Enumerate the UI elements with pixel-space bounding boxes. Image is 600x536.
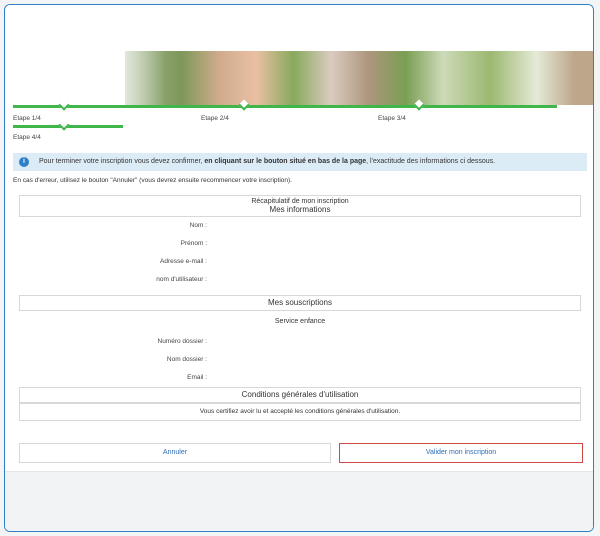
step-label-2: Etape 2/4 bbox=[201, 115, 229, 122]
banner-fade bbox=[105, 51, 165, 105]
subscriptions-header: Mes souscriptions bbox=[19, 295, 581, 311]
field-row-username: nom d'utilisateur : bbox=[19, 271, 581, 289]
field-row-email: Adresse e-mail : bbox=[19, 253, 581, 271]
field-row-dossier-number: Numéro dossier : bbox=[19, 333, 581, 351]
info-text-end: , l'exactitude des informations ci desso… bbox=[366, 158, 496, 165]
step-progress: Etape 1/4 Etape 2/4 Etape 3/4 Etape 4/4 bbox=[5, 99, 593, 143]
validate-registration-button[interactable]: Valider mon inscription bbox=[339, 443, 583, 463]
info-banner: i Pour terminer votre inscription vous d… bbox=[13, 153, 587, 171]
registration-page: Etape 1/4 Etape 2/4 Etape 3/4 Etape 4/4 … bbox=[5, 5, 593, 531]
error-note: En cas d'erreur, utilisez le bouton "Ann… bbox=[13, 177, 292, 184]
step1-check-icon bbox=[58, 99, 70, 111]
summary-header: Récapitulatif de mon inscription Mes inf… bbox=[19, 195, 581, 217]
action-buttons: Annuler Valider mon inscription bbox=[19, 443, 583, 463]
field-row-prenom: Prénom : bbox=[19, 235, 581, 253]
my-info-header: Mes informations bbox=[269, 205, 331, 214]
field-row-dossier-name: Nom dossier : bbox=[19, 351, 581, 369]
info-text: Pour terminer votre inscription vous dev… bbox=[39, 153, 495, 171]
step-label-1: Etape 1/4 bbox=[13, 115, 41, 122]
cgu-header: Conditions générales d'utilisation bbox=[19, 387, 581, 403]
step4-check-icon bbox=[58, 119, 70, 131]
info-text-bold: en cliquant sur le bouton situé en bas d… bbox=[204, 158, 367, 165]
field-label: Email : bbox=[187, 374, 207, 381]
summary-title: Récapitulatif de mon inscription bbox=[251, 198, 349, 205]
cancel-button[interactable]: Annuler bbox=[19, 443, 331, 463]
app-frame: Etape 1/4 Etape 2/4 Etape 3/4 Etape 4/4 … bbox=[4, 4, 594, 532]
field-label: Nom : bbox=[189, 222, 207, 229]
progress-line-main bbox=[13, 105, 557, 108]
step-label-4: Etape 4/4 bbox=[13, 134, 41, 141]
info-icon: i bbox=[19, 157, 29, 167]
info-text-start: Pour terminer votre inscription vous dev… bbox=[39, 158, 205, 165]
field-label: Nom dossier : bbox=[166, 356, 207, 363]
field-label: Adresse e-mail : bbox=[160, 258, 207, 265]
field-row-nom: Nom : bbox=[19, 217, 581, 235]
summary-panel: Récapitulatif de mon inscription Mes inf… bbox=[19, 195, 581, 421]
service-title: Service enfance bbox=[274, 318, 326, 325]
banner-image bbox=[125, 51, 593, 105]
cgu-text: Vous certifiez avoir lu et accepté les c… bbox=[19, 403, 581, 421]
field-label: nom d'utilisateur : bbox=[156, 276, 207, 283]
field-label: Prénom : bbox=[180, 240, 207, 247]
field-label: Numéro dossier : bbox=[157, 338, 208, 345]
step-label-3: Etape 3/4 bbox=[378, 115, 406, 122]
footer-area bbox=[5, 471, 593, 531]
field-row-service-email: Email : bbox=[19, 369, 581, 387]
